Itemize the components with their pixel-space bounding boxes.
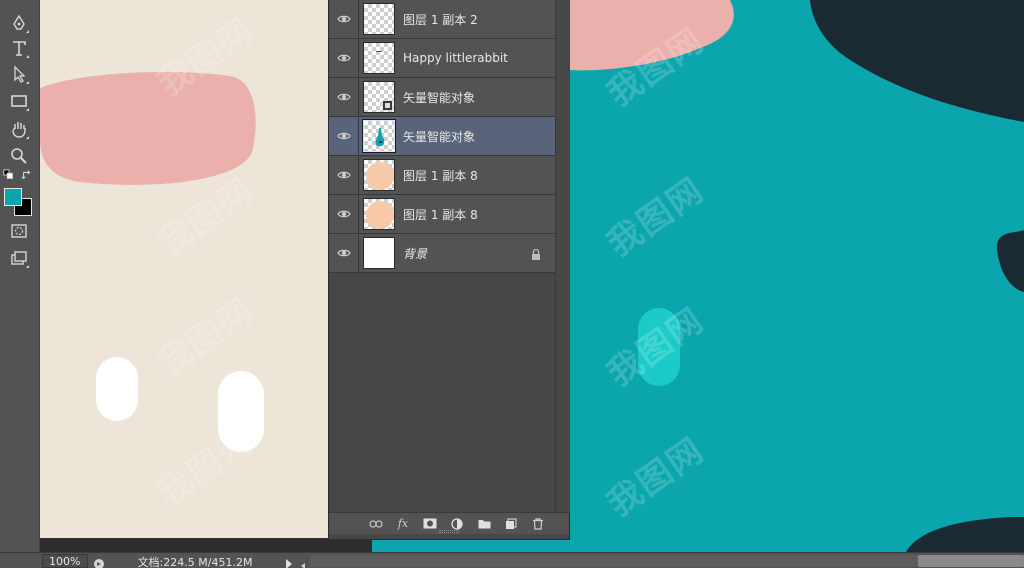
default-colors-icon[interactable] [2, 168, 16, 182]
swap-colors-icon[interactable] [20, 168, 34, 182]
layer-name[interactable]: 矢量智能对象 [403, 89, 475, 106]
layer-name[interactable]: 图层 1 副本 2 [403, 11, 478, 28]
fx-icon[interactable]: fx [394, 516, 412, 532]
layer-name[interactable]: Happy littlerabbit [403, 51, 508, 65]
delete-layer-icon[interactable] [529, 516, 547, 532]
visibility-eye-icon[interactable] [329, 78, 359, 116]
layer-row[interactable]: 图层 1 副本 8 [329, 156, 555, 195]
layer-name[interactable]: 矢量智能对象 [403, 128, 475, 145]
link-layers-icon[interactable] [367, 516, 385, 532]
visibility-eye-icon[interactable] [329, 156, 359, 194]
layer-thumbnail[interactable] [362, 119, 396, 153]
layers-scrollbar[interactable] [555, 0, 570, 512]
panel-resize-grip[interactable] [439, 530, 459, 533]
layer-thumbnail[interactable] [363, 159, 395, 191]
status-menu-arrow-icon[interactable] [284, 555, 294, 568]
horizontal-scrollbar[interactable] [310, 555, 1024, 567]
layer-thumbnail[interactable] [363, 198, 395, 230]
left-eye-shape [96, 357, 138, 421]
status-bar: 100% 文档:224.5 M/451.2M [0, 552, 1024, 568]
layer-row[interactable]: 矢量智能对象 [329, 78, 555, 117]
pen-tool-icon[interactable] [8, 12, 30, 34]
navy-shape-bottom [906, 517, 1024, 552]
layer-name[interactable]: 图层 1 副本 8 [403, 206, 478, 223]
layer-thumbnail[interactable] [363, 42, 395, 74]
screen-mode-icon[interactable] [8, 247, 30, 269]
new-layer-icon[interactable] [502, 516, 520, 532]
layer-row[interactable]: 背景 [329, 234, 555, 273]
layer-thumbnail[interactable] [363, 3, 395, 35]
layers-footer: fx [329, 512, 569, 534]
canvas-dark-strip [40, 538, 372, 552]
visibility-eye-icon[interactable] [329, 234, 359, 272]
layer-name[interactable]: 背景 [403, 245, 427, 262]
foreground-color-swatch[interactable] [4, 188, 22, 206]
layer-thumbnail[interactable] [363, 237, 395, 269]
layer-row[interactable]: Happy littlerabbit [329, 39, 555, 78]
type-tool-icon[interactable] [8, 37, 30, 59]
layer-name[interactable]: 图层 1 副本 8 [403, 167, 478, 184]
new-group-icon[interactable] [475, 516, 493, 532]
hand-tool-icon[interactable] [8, 118, 30, 140]
layer-thumbnail[interactable] [363, 81, 395, 113]
visibility-eye-icon[interactable] [329, 195, 359, 233]
layer-list: 图层 1 副本 2 Happy littlerabbit 矢量智能对象 矢量智能对象图… [329, 0, 555, 273]
status-options-icon[interactable] [93, 555, 105, 568]
visibility-eye-icon[interactable] [329, 117, 359, 155]
zoom-level[interactable]: 100% [42, 554, 88, 568]
visibility-eye-icon[interactable] [329, 39, 359, 77]
lock-icon [531, 246, 541, 265]
layer-row[interactable]: 图层 1 副本 8 [329, 195, 555, 234]
layers-panel: 图层 1 副本 2 Happy littlerabbit 矢量智能对象 矢量智能对象图… [328, 0, 570, 540]
quick-mask-icon[interactable] [8, 220, 30, 242]
layer-row[interactable]: 矢量智能对象 [329, 117, 555, 156]
path-selection-icon[interactable] [8, 63, 30, 85]
add-mask-icon[interactable] [421, 516, 439, 532]
zoom-tool-icon[interactable] [8, 145, 30, 167]
document-size-info: 文档:224.5 M/451.2M [137, 556, 253, 568]
navy-shape-right [996, 230, 1024, 292]
scroll-left-icon[interactable] [298, 556, 308, 568]
horizontal-scroll-thumb[interactable] [918, 555, 1024, 567]
visibility-eye-icon[interactable] [329, 0, 359, 38]
layer-row[interactable]: 图层 1 副本 2 [329, 0, 555, 39]
navy-shape-top [810, 0, 1024, 122]
tools-panel [0, 0, 40, 552]
rectangle-tool-icon[interactable] [8, 90, 30, 112]
